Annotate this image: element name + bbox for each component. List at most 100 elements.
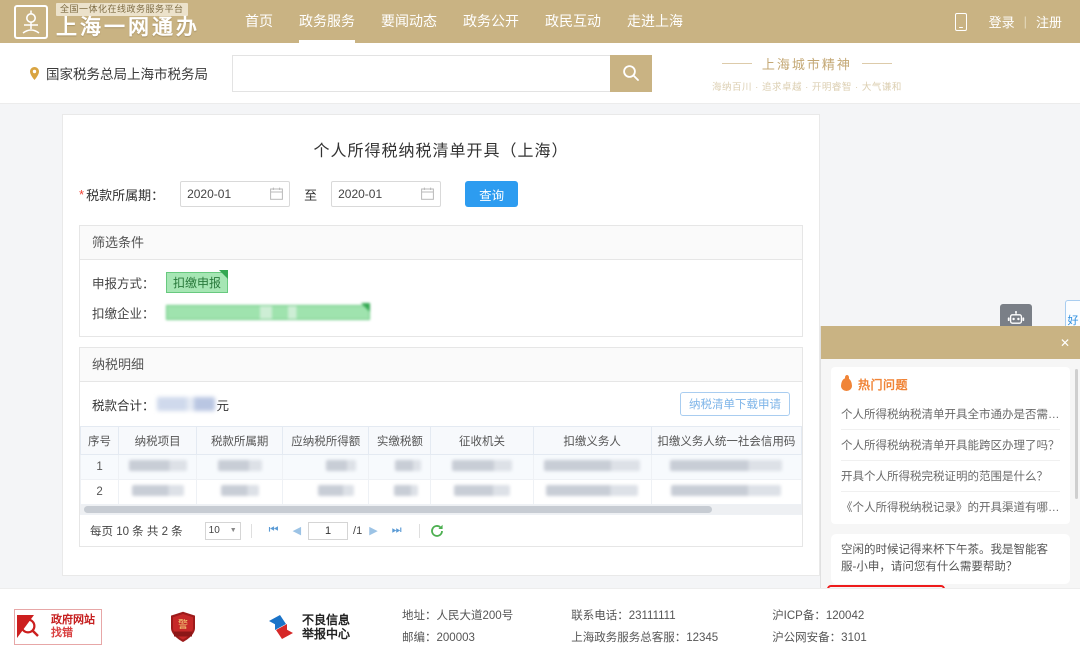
cell-credit-code <box>650 454 803 480</box>
query-button[interactable]: 查询 <box>465 181 519 207</box>
gov-site-error-badge[interactable]: 政府网站 找错 <box>14 608 102 645</box>
tax-total-value <box>156 397 215 411</box>
tax-total-label: 税款合计： <box>92 398 155 413</box>
tax-total-unit: 元 <box>216 398 230 413</box>
calendar-icon <box>270 187 283 200</box>
footer-icp-col: 沪ICP备：120042 沪公网安备：3101 <box>772 605 867 649</box>
cell-index: 2 <box>79 479 120 505</box>
service-card: 个人所得税纳税清单开具（上海） * 税款所属期： 2020-01 至 2020-… <box>62 114 820 576</box>
cell-tax-period <box>196 479 284 505</box>
pager-divider <box>418 523 420 538</box>
hot-questions-title-row: 热门问题 <box>841 375 1060 393</box>
register-link[interactable]: 注册 <box>1036 12 1062 31</box>
badge-gov-line2: 找错 <box>51 626 73 639</box>
date-from-input[interactable]: 2020-01 <box>180 181 291 207</box>
cell-index: 1 <box>79 454 120 480</box>
nav-item-home[interactable]: 首页 <box>232 0 286 43</box>
nav-item-news[interactable]: 要闻动态 <box>368 0 450 43</box>
badge-gov-text: 政府网站 找错 <box>49 614 95 640</box>
chat-scrollbar[interactable] <box>1075 369 1078 499</box>
svg-text:警: 警 <box>178 618 188 631</box>
cell-withholding-agent <box>532 479 652 505</box>
list-item[interactable]: 个人所得税纳税清单开具全市通办是否需要... <box>841 399 1060 429</box>
assistant-message: 空闲的时候记得来杯下午茶。我是智能客服-小申，请问您有什么需要帮助？ <box>831 534 1070 584</box>
tax-total-row: 税款合计： 元 纳税清单下载申请 <box>80 382 802 426</box>
footer-contact-col: 联系电话：23111111 上海政务服务总客服：12345 <box>571 605 718 649</box>
cell-paid-tax <box>368 454 432 480</box>
page-size-value: 10 <box>208 525 220 536</box>
footer-police-record: 沪公网安备：3101 <box>772 631 867 644</box>
scrollbar-thumb[interactable] <box>84 506 713 513</box>
filter-panel-heading: 筛选条件 <box>80 226 802 260</box>
list-item[interactable]: 《个人所得税纳税记录》的开具渠道有哪些？ <box>841 491 1060 522</box>
first-page-icon[interactable]: ⏮ <box>269 524 279 537</box>
site-brand[interactable]: 全国一体化在线政务服务平台 上海一网通办 <box>0 3 200 40</box>
table-pagination: 每页 10 条 共 2 条 10 ▼ ⏮ ◀ 1 /1 ▶ ⏭ <box>80 514 802 546</box>
table-row[interactable]: 1 <box>79 454 803 480</box>
download-request-button[interactable]: 纳税清单下载申请 <box>680 392 790 416</box>
brand-title: 上海一网通办 <box>56 16 200 39</box>
search-box <box>232 54 652 92</box>
footer-postcode: 邮编：200003 <box>402 631 475 644</box>
page-size-select[interactable]: 10 ▼ <box>204 521 241 540</box>
flame-icon <box>841 375 852 391</box>
close-icon[interactable]: ✕ <box>1060 337 1070 349</box>
location-pin-icon <box>30 66 39 80</box>
location-wrapper[interactable]: 国家税务总局上海市税务局 <box>30 63 220 83</box>
last-page-icon[interactable]: ⏭ <box>392 524 402 537</box>
footer-phone: 联系电话：23111111 <box>571 609 676 622</box>
report-center-icon <box>269 614 293 639</box>
chat-header: ✕ <box>821 326 1080 359</box>
mobile-phone-icon[interactable] <box>954 12 967 31</box>
search-input[interactable] <box>232 54 610 92</box>
period-form-row: * 税款所属期： 2020-01 至 2020-01 查询 <box>63 167 819 219</box>
report-center-badge[interactable]: 不良信息 举报中心 <box>266 613 350 641</box>
calendar-icon <box>421 187 434 200</box>
login-link[interactable]: 登录 <box>989 12 1015 31</box>
col-taxable-income: 应纳税所得额 <box>282 426 370 455</box>
cell-tax-authority <box>430 454 534 480</box>
cell-paid-tax <box>368 479 432 505</box>
period-label: 税款所属期： <box>86 187 165 203</box>
search-button[interactable] <box>610 54 652 92</box>
footer-icp: 沪ICP备：120042 <box>772 609 865 622</box>
page-title: 个人所得税纳税清单开具（上海） <box>313 143 569 160</box>
site-footer: 政府网站 找错 警 不良信息 举报中心 地址：人民大道200号 邮编：20000… <box>0 588 1080 664</box>
tax-detail-panel: 纳税明细 税款合计： 元 纳税清单下载申请 序号 纳税项目 税款所属期 应纳税所… <box>79 347 803 547</box>
withholding-company-row: 扣缴企业： <box>92 303 790 322</box>
nav-item-about-shanghai[interactable]: 走进上海 <box>614 0 696 43</box>
table-header-row: 序号 纳税项目 税款所属期 应纳税所得额 实缴税额 征收机关 扣缴义务人 扣缴义… <box>79 426 803 455</box>
date-to-input[interactable]: 2020-01 <box>331 181 442 207</box>
site-header: 全国一体化在线政务服务平台 上海一网通办 首页 政务服务 要闻动态 政务公开 政… <box>0 0 1080 43</box>
next-page-icon[interactable]: ▶ <box>369 524 377 537</box>
page-root: 全国一体化在线政务服务平台 上海一网通办 首页 政务服务 要闻动态 政务公开 政… <box>0 0 1080 664</box>
table-horizontal-scrollbar[interactable] <box>80 505 802 514</box>
police-shield-icon[interactable]: 警 <box>170 611 196 643</box>
col-tax-period: 税款所属期 <box>196 426 284 455</box>
header-divider: | <box>1023 14 1027 29</box>
nav-item-interaction[interactable]: 政民互动 <box>532 0 614 43</box>
withholding-company-label: 扣缴企业： <box>92 307 155 321</box>
refresh-icon[interactable] <box>430 524 444 538</box>
nav-item-gov-open[interactable]: 政务公开 <box>450 0 532 43</box>
badge-gov-line1: 政府网站 <box>51 613 95 626</box>
col-paid-tax: 实缴税额 <box>368 426 432 455</box>
location-name: 国家税务总局上海市税务局 <box>46 67 208 82</box>
col-credit-code: 扣缴义务人统一社会信用码 <box>650 426 803 455</box>
table-row[interactable]: 2 <box>79 479 803 505</box>
city-spirit-title: 上海城市精神 <box>721 54 892 73</box>
col-tax-item: 纳税项目 <box>118 426 198 455</box>
nav-item-gov-services[interactable]: 政务服务 <box>286 0 368 43</box>
cell-tax-authority <box>430 479 534 505</box>
list-item[interactable]: 开具个人所得税完税证明的范围是什么？ <box>841 460 1060 491</box>
prev-page-icon[interactable]: ◀ <box>293 524 301 537</box>
report-center-text: 不良信息 举报中心 <box>302 613 350 641</box>
withholding-company-value[interactable] <box>166 303 370 320</box>
page-number-input[interactable]: 1 <box>308 521 349 540</box>
chat-body: 热门问题 个人所得税纳税清单开具全市通办是否需要... 个人所得税纳税清单开具能… <box>821 359 1080 624</box>
list-item[interactable]: 个人所得税纳税清单开具能跨区办理了吗？ <box>841 429 1060 460</box>
pagination-summary: 每页 10 条 共 2 条 <box>90 525 183 538</box>
brand-subtitle: 全国一体化在线政务服务平台 <box>56 3 188 16</box>
cell-tax-item <box>118 479 198 505</box>
declare-method-value[interactable]: 扣缴申报 <box>166 270 229 293</box>
